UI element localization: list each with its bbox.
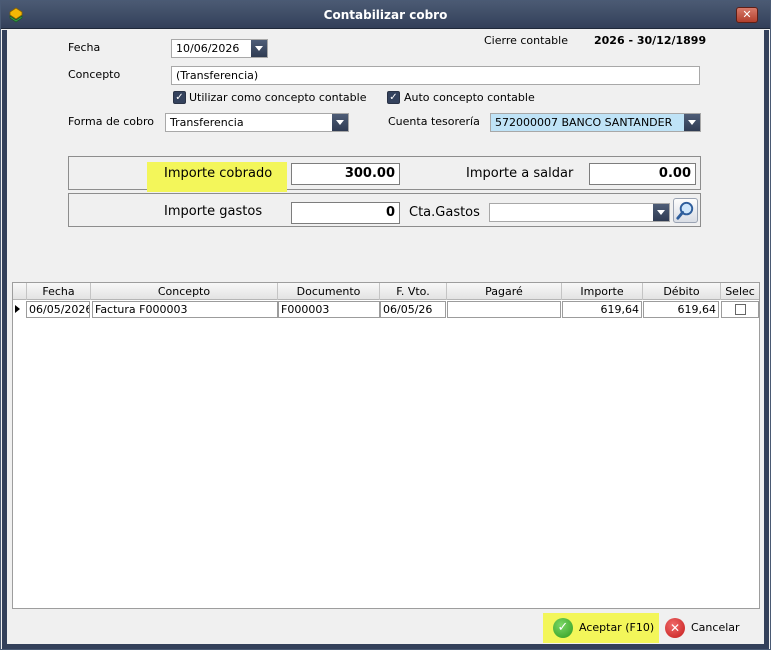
grid-indicator-header	[13, 283, 27, 300]
column-header-documento[interactable]: Documento	[278, 283, 380, 300]
search-icon	[676, 201, 694, 220]
close-icon: ✕	[665, 618, 685, 638]
column-header-pagare[interactable]: Pagaré	[447, 283, 562, 300]
column-header-selec[interactable]: Selec	[721, 283, 759, 300]
cta-gastos-label: Cta.Gastos	[409, 205, 480, 220]
concepto-field[interactable]: (Transferencia)	[171, 66, 700, 85]
importe-cobrado-field[interactable]: 300.00	[291, 163, 400, 185]
cuenta-tesoreria-label: Cuenta tesorería	[388, 115, 480, 128]
utilizar-concepto-checkbox[interactable]: ✓	[173, 91, 186, 104]
auto-concepto-label: Auto concepto contable	[404, 91, 535, 104]
cell-fecha[interactable]: 06/05/2026	[26, 301, 90, 318]
cuenta-tesoreria-value: 572000007 BANCO SANTANDER	[495, 116, 673, 129]
cell-selec[interactable]	[721, 301, 759, 318]
close-button[interactable]: ✕	[736, 7, 758, 23]
cell-debito[interactable]: 619,64	[643, 301, 719, 318]
importes-panel: Importe cobrado 300.00 Importe a saldar …	[68, 156, 701, 192]
importe-gastos-field[interactable]: 0	[291, 202, 400, 224]
chevron-down-icon[interactable]	[653, 204, 669, 221]
cta-gastos-search-button[interactable]	[673, 198, 698, 223]
cell-concepto[interactable]: Factura F000003	[92, 301, 278, 318]
grid-header: Fecha Concepto Documento F. Vto. Pagaré …	[13, 283, 759, 300]
chevron-down-icon[interactable]	[684, 114, 700, 131]
importe-cobrado-label: Importe cobrado	[164, 166, 273, 181]
cell-documento[interactable]: F000003	[278, 301, 380, 318]
chevron-down-icon[interactable]	[332, 114, 348, 131]
cuenta-tesoreria-combo[interactable]: 572000007 BANCO SANTANDER	[490, 113, 701, 132]
gastos-panel: Importe gastos 0 Cta.Gastos	[68, 193, 701, 227]
cell-fvto[interactable]: 06/05/26	[380, 301, 446, 318]
cobros-grid: Fecha Concepto Documento F. Vto. Pagaré …	[12, 282, 760, 609]
column-header-fvto[interactable]: F. Vto.	[380, 283, 447, 300]
importe-saldar-field[interactable]: 0.00	[589, 163, 696, 185]
utilizar-concepto-label: Utilizar como concepto contable	[189, 91, 367, 104]
forma-cobro-combo[interactable]: Transferencia	[165, 113, 349, 132]
accept-label: Aceptar (F10)	[579, 621, 655, 634]
contabilizar-cobro-window: Contabilizar cobro ✕ Fecha 10/06/2026 Ci…	[0, 0, 771, 650]
forma-cobro-value: Transferencia	[170, 116, 244, 129]
cell-pagare[interactable]	[447, 301, 561, 318]
accept-button[interactable]: ✓ Aceptar (F10)	[549, 614, 657, 642]
fecha-combo[interactable]: 10/06/2026	[171, 39, 268, 58]
cierre-contable-label: Cierre contable	[484, 34, 568, 47]
concepto-label: Concepto	[68, 68, 121, 81]
auto-concepto-checkbox[interactable]: ✓	[387, 91, 400, 104]
check-icon: ✓	[553, 618, 573, 638]
chevron-down-icon[interactable]	[251, 40, 267, 57]
cancel-button[interactable]: ✕ Cancelar (Esc)	[663, 614, 766, 650]
cierre-contable-value: 2026 - 30/12/1899	[594, 34, 707, 47]
column-header-importe[interactable]: Importe	[562, 283, 643, 300]
cta-gastos-combo[interactable]	[489, 203, 670, 222]
dialog-body: Fecha 10/06/2026 Cierre contable 2026 - …	[2, 30, 769, 650]
fecha-label: Fecha	[68, 41, 101, 54]
selec-checkbox[interactable]	[735, 304, 746, 315]
window-title: Contabilizar cobro	[323, 8, 448, 22]
current-row-indicator-icon	[15, 305, 20, 313]
forma-cobro-label: Forma de cobro	[68, 115, 154, 128]
title-bar[interactable]: Contabilizar cobro ✕	[1, 1, 770, 29]
column-header-concepto[interactable]: Concepto	[91, 283, 278, 300]
cell-importe[interactable]: 619,64	[562, 301, 642, 318]
column-header-debito[interactable]: Débito	[643, 283, 721, 300]
importe-gastos-label: Importe gastos	[164, 204, 263, 219]
fecha-value: 10/06/2026	[176, 42, 240, 55]
column-header-fecha[interactable]: Fecha	[27, 283, 91, 300]
cancel-label: Cancelar (Esc)	[691, 621, 740, 650]
importe-saldar-label: Importe a saldar	[466, 166, 574, 181]
